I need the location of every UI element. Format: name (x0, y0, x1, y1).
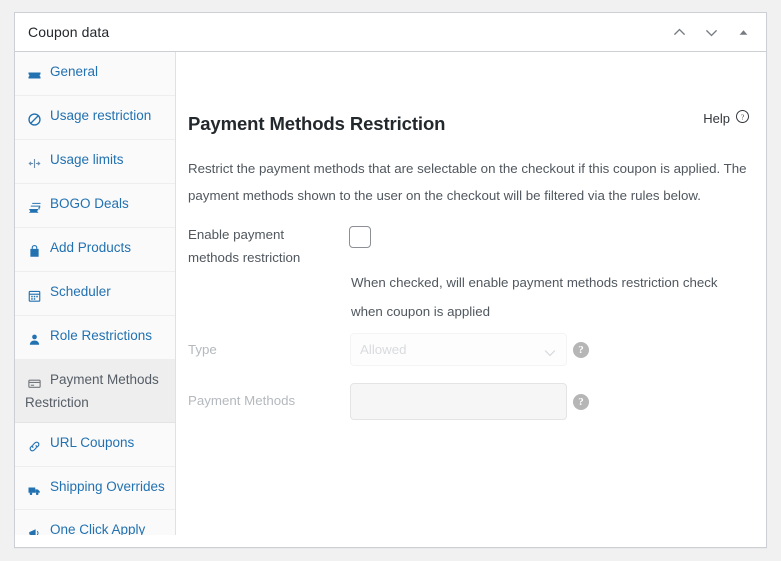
field-payment-methods: Payment Methods ? (188, 383, 608, 427)
block-icon (25, 109, 43, 129)
move-down-button[interactable] (696, 15, 726, 49)
ticket-icon (25, 65, 43, 85)
truck-icon (25, 480, 43, 500)
sidebar-item-label: Payment Methods Restriction (25, 372, 159, 410)
tickets-stack-icon (25, 197, 43, 217)
sidebar-item-general[interactable]: General (15, 52, 175, 96)
calendar-icon (25, 285, 43, 305)
type-select[interactable]: Allowed (350, 333, 567, 366)
sidebar-item-label: Role Restrictions (50, 328, 152, 343)
sidebar-item-label: URL Coupons (50, 435, 134, 450)
field-type: Type Allowed ? (188, 333, 608, 373)
chevron-down-icon (703, 24, 720, 41)
shopping-bag-icon (25, 241, 43, 261)
payment-methods-help-tip[interactable]: ? (573, 394, 589, 410)
sidebar-item-usage-limits[interactable]: Usage limits (15, 140, 175, 184)
sidebar-item-label: Shipping Overrides (50, 479, 165, 494)
coupon-data-metabox: Coupon data (14, 12, 767, 548)
sidebar-item-label: Scheduler (50, 284, 111, 299)
circle-question-icon: ? (735, 109, 750, 127)
user-icon (25, 329, 43, 349)
enable-restriction-checkbox[interactable] (349, 226, 371, 248)
field-enable-restriction: Enable payment methods restriction When … (188, 217, 748, 317)
sidebar-item-shipping-overrides[interactable]: Shipping Overrides (15, 467, 175, 510)
panel-content: Help ? Payment Methods Restriction Restr… (176, 52, 766, 548)
sidebar-item-label: BOGO Deals (50, 196, 129, 211)
type-help-tip[interactable]: ? (573, 342, 589, 358)
section-title: Payment Methods Restriction (188, 113, 445, 135)
sidebar-item-scheduler[interactable]: Scheduler (15, 272, 175, 316)
sidebar-item-label: Add Products (50, 240, 131, 255)
sidebar-item-role-restrictions[interactable]: Role Restrictions (15, 316, 175, 360)
help-link[interactable]: Help ? (703, 109, 750, 127)
sidebar-item-label: Usage limits (50, 152, 124, 167)
move-up-button[interactable] (664, 15, 694, 49)
type-label: Type (188, 338, 338, 361)
payment-methods-label: Payment Methods (188, 389, 338, 412)
credit-card-icon (25, 373, 43, 393)
limit-icon (25, 153, 43, 173)
svg-text:?: ? (741, 113, 745, 122)
metabox-header: Coupon data (15, 13, 766, 52)
enable-restriction-description: When checked, will enable payment method… (351, 268, 751, 326)
metabox-header-actions (664, 13, 758, 51)
sidebar-item-add-products[interactable]: Add Products (15, 228, 175, 272)
sidebar-item-payment-methods-restriction[interactable]: Payment Methods Restriction (15, 360, 175, 423)
sidebar-item-label: General (50, 64, 98, 79)
sidebar-item-label: Usage restriction (50, 108, 151, 123)
sidebar-item-one-click-apply[interactable]: One Click Apply (15, 510, 175, 535)
coupon-data-tabs: General Usage restriction Usage limits B… (15, 52, 176, 535)
coupon-data-body: General Usage restriction Usage limits B… (15, 52, 766, 548)
enable-restriction-label: Enable payment methods restriction (188, 223, 338, 269)
sidebar-item-label: One Click Apply (50, 522, 145, 535)
sidebar-item-bogo-deals[interactable]: BOGO Deals (15, 184, 175, 228)
toggle-panel-button[interactable] (728, 15, 758, 49)
sidebar-item-url-coupons[interactable]: URL Coupons (15, 423, 175, 467)
section-description: Restrict the payment methods that are se… (188, 155, 755, 209)
triangle-up-icon (737, 26, 750, 39)
help-link-label: Help (703, 111, 730, 126)
megaphone-icon (25, 523, 43, 535)
sidebar-item-usage-restriction[interactable]: Usage restriction (15, 96, 175, 140)
link-icon (25, 436, 43, 456)
page-title: Coupon data (28, 24, 109, 40)
payment-methods-input[interactable] (350, 383, 567, 420)
chevron-up-icon (671, 24, 688, 41)
